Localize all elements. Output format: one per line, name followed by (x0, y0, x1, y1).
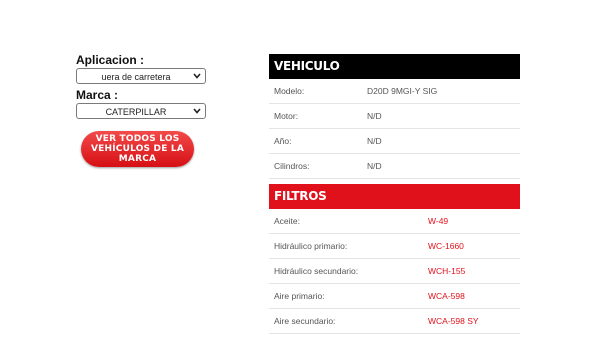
filter-panel: Aplicacion : uera de carretera Marca : C… (76, 54, 206, 167)
filter-link[interactable]: WCH-155 (428, 259, 465, 284)
info-table: VEHICULO Modelo: D20D 9MGI-Y SIG Motor: … (269, 54, 520, 334)
row-key: Hidráulico primario: (274, 241, 348, 251)
row-key: Hidráulico secundario: (274, 266, 359, 276)
row-value: N/D (367, 161, 382, 171)
marca-select[interactable]: CATERPILLAR (76, 103, 206, 119)
row-key: Aire secundario: (274, 316, 336, 326)
row-key: Motor: (274, 111, 299, 121)
table-row: Año: N/D (269, 129, 520, 154)
filter-link[interactable]: WCA-598 (428, 284, 465, 309)
row-key: Aceite: (274, 216, 300, 226)
row-key: Cilindros: (274, 161, 310, 171)
aplicacion-label: Aplicacion : (76, 53, 145, 67)
filter-link[interactable]: WC-1660 (428, 234, 464, 259)
filtros-header: FILTROS (269, 184, 520, 209)
table-row: Motor: N/D (269, 104, 520, 129)
filter-link[interactable]: W-49 (428, 209, 448, 234)
chevron-down-icon (193, 104, 201, 118)
ver-todos-button[interactable]: VER TODOS LOS VEHÍCULOS DE LA MARCA (81, 131, 194, 167)
row-value: D20D 9MGI-Y SIG (367, 86, 438, 96)
row-key: Año: (274, 136, 292, 146)
table-row: Modelo: D20D 9MGI-Y SIG (269, 79, 520, 104)
table-row: Aire primario: WCA-598 (269, 284, 520, 309)
table-row: Aceite: W-49 (269, 209, 520, 234)
marca-value: CATERPILLAR (105, 107, 167, 117)
aplicacion-value: uera de carretera (101, 72, 171, 82)
row-key: Aire primario: (274, 291, 325, 301)
marca-label: Marca : (76, 88, 119, 102)
row-key: Modelo: (274, 86, 305, 96)
table-row: Hidráulico primario: WC-1660 (269, 234, 520, 259)
row-value: N/D (367, 136, 382, 146)
filter-link[interactable]: WCA-598 SY (428, 309, 479, 334)
aplicacion-select[interactable]: uera de carretera (76, 68, 206, 84)
table-row: Cilindros: N/D (269, 154, 520, 179)
table-row: Hidráulico secundario: WCH-155 (269, 259, 520, 284)
chevron-down-icon (193, 69, 201, 83)
vehiculo-header: VEHICULO (269, 54, 520, 79)
table-row: Aire secundario: WCA-598 SY (269, 309, 520, 334)
row-value: N/D (367, 111, 382, 121)
